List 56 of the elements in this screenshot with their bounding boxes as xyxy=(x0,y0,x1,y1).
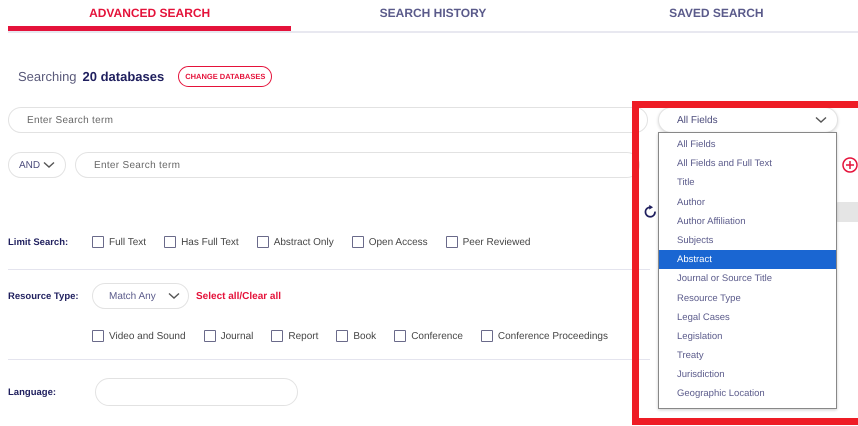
dropdown-option[interactable]: Geographic Location xyxy=(659,384,836,404)
operator-select[interactable]: AND xyxy=(8,152,66,178)
checkbox-label: Peer Reviewed xyxy=(462,236,530,248)
checkbox[interactable] xyxy=(92,236,104,248)
dropdown-option[interactable]: Author Affiliation xyxy=(659,212,836,231)
checkbox-label: Full Text xyxy=(109,236,146,248)
dropdown-option[interactable]: Journal or Source Title xyxy=(659,269,836,288)
checkbox-label: Book xyxy=(353,330,376,342)
dropdown-option[interactable]: Legislation xyxy=(659,326,836,346)
checkbox[interactable] xyxy=(394,330,406,342)
checkbox-label: Open Access xyxy=(368,236,428,248)
dropdown-option[interactable]: Treaty xyxy=(659,346,836,366)
checkbox[interactable] xyxy=(271,330,284,342)
select-all-link[interactable]: Select all/Clear all xyxy=(196,290,282,302)
checkbox-label: Journal xyxy=(220,330,254,342)
checkbox[interactable] xyxy=(446,236,458,248)
language-field[interactable] xyxy=(95,378,298,406)
searching-label: Searching xyxy=(18,68,77,84)
dropdown-option[interactable]: Legal Cases xyxy=(659,308,836,327)
checkbox[interactable] xyxy=(256,236,269,248)
checkbox-label: Conference xyxy=(411,330,463,342)
chevron-icon xyxy=(168,292,180,300)
tab[interactable]: ADVANCED SEARCH xyxy=(8,0,292,31)
tab[interactable]: SEARCH HISTORY xyxy=(291,0,575,31)
dropdown-option[interactable]: Title xyxy=(659,173,836,193)
language-label: Language: xyxy=(8,386,58,398)
checkbox-label: Conference Proceedings xyxy=(498,330,608,342)
match-select[interactable]: Match Any xyxy=(92,283,189,309)
checkbox-label: Report xyxy=(288,330,318,342)
field-select[interactable]: All Fields xyxy=(658,107,838,133)
dropdown-option[interactable]: Resource Type xyxy=(659,288,836,308)
checkbox-label: Has Full Text xyxy=(181,236,239,248)
dropdown-option[interactable]: All Fields xyxy=(659,135,836,154)
dropdown-option[interactable]: All Fields and Full Text xyxy=(659,154,836,174)
dropdown-option[interactable]: Author xyxy=(659,192,836,212)
search-field[interactable]: Enter Search term xyxy=(75,152,640,178)
database-count: 20 databases xyxy=(82,68,164,84)
checkbox-label: Abstract Only xyxy=(274,236,334,248)
limit-search-label: Limit Search: xyxy=(8,236,70,248)
dropdown-option[interactable]: Jurisdiction xyxy=(659,365,836,384)
checkbox[interactable] xyxy=(164,236,176,248)
checkbox[interactable] xyxy=(352,236,364,248)
resource-type-label: Resource Type: xyxy=(8,290,80,302)
dropdown-option[interactable]: Abstract xyxy=(659,250,836,270)
refresh-icon xyxy=(644,204,658,220)
add-icon xyxy=(842,157,858,173)
checkbox[interactable] xyxy=(204,330,216,342)
tab[interactable]: SAVED SEARCH xyxy=(574,0,858,31)
search-field[interactable]: Enter Search term xyxy=(8,107,648,133)
chevron-icon xyxy=(43,161,55,169)
checkbox[interactable] xyxy=(480,330,493,342)
chevron-icon xyxy=(815,116,827,124)
checkbox-label: Video and Sound xyxy=(109,330,186,342)
dropdown-option[interactable]: Subjects xyxy=(659,230,836,250)
checkbox[interactable] xyxy=(92,330,104,342)
checkbox[interactable] xyxy=(336,330,348,342)
